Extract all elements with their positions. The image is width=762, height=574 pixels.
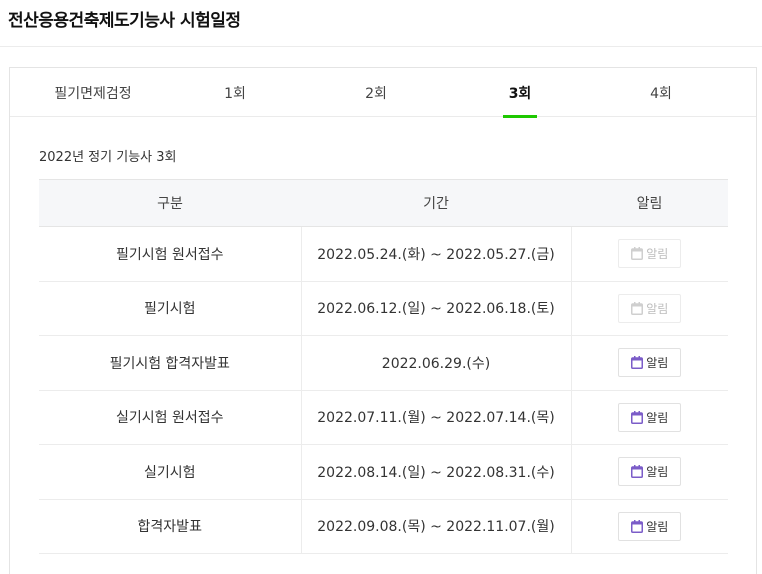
tab-active-underline: [503, 115, 537, 118]
calendar-icon: [631, 356, 644, 370]
row-category: 실기시험: [39, 444, 301, 500]
row-period: 2022.06.12.(일) ~ 2022.06.18.(토): [300, 281, 572, 336]
tab-round-2[interactable]: 2회: [294, 68, 458, 117]
page-title: 전산응용건축제도기능사 시험일정: [8, 11, 241, 31]
alarm-button-label: 알림: [646, 465, 669, 480]
tab-label: 2회: [365, 86, 387, 102]
row-period: 2022.07.11.(월) ~ 2022.07.14.(목): [300, 390, 572, 445]
row-category: 합격자발표: [39, 499, 301, 554]
tab-label: 1회: [224, 86, 246, 102]
tab-round-3[interactable]: 3회: [458, 68, 582, 118]
row-category: 실기시험 원서접수: [39, 390, 301, 445]
alarm-button[interactable]: 알림: [618, 511, 682, 541]
section-title: 2022년 정기 기능사 3회: [39, 150, 177, 165]
tab-round-1[interactable]: 1회: [176, 68, 294, 117]
row-period: 2022.08.14.(일) ~ 2022.08.31.(수): [300, 444, 572, 500]
calendar-icon: [631, 519, 644, 533]
tab-label: 필기면제검정: [54, 86, 132, 102]
row-category: 필기시험 원서접수: [39, 226, 301, 282]
table-row: 합격자발표 2022.09.08.(목) ~ 2022.11.07.(월) 알림: [39, 499, 728, 554]
alarm-button[interactable]: 알림: [618, 348, 682, 378]
row-alarm-cell: 알림: [571, 226, 728, 282]
tab-label: 3회: [508, 86, 532, 102]
schedule-card: 필기면제검정 1회 2회 3회 4회 2022년 정기 기능사 3회 구분 기간…: [9, 67, 757, 574]
calendar-icon: [631, 247, 644, 261]
tab-round-4[interactable]: 4회: [582, 68, 740, 117]
alarm-button-label: 알림: [646, 356, 669, 371]
table-row: 필기시험 합격자발표 2022.06.29.(수) 알림: [39, 335, 728, 391]
calendar-icon: [631, 301, 644, 315]
alarm-button-label: 알림: [646, 519, 669, 534]
alarm-button-label: 알림: [646, 247, 669, 262]
row-alarm-cell: 알림: [571, 335, 728, 391]
alarm-button[interactable]: 알림: [618, 293, 682, 323]
row-alarm-cell: 알림: [571, 390, 728, 445]
row-alarm-cell: 알림: [571, 281, 728, 336]
schedule-table: 구분 기간 알림 필기시험 원서접수 2022.05.24.(화) ~ 2022.…: [39, 179, 728, 554]
table-header-row: 구분 기간 알림: [39, 179, 728, 227]
row-category: 필기시험 합격자발표: [39, 335, 301, 391]
table-row: 필기시험 2022.06.12.(일) ~ 2022.06.18.(토) 알림: [39, 281, 728, 336]
row-period: 2022.09.08.(목) ~ 2022.11.07.(월): [300, 499, 572, 554]
row-period: 2022.06.29.(수): [300, 335, 572, 391]
round-tabs: 필기면제검정 1회 2회 3회 4회: [10, 68, 756, 118]
calendar-icon: [631, 465, 644, 479]
tab-written-exemption[interactable]: 필기면제검정: [10, 68, 176, 117]
alarm-button-label: 알림: [646, 301, 669, 316]
table-row: 필기시험 원서접수 2022.05.24.(화) ~ 2022.05.27.(금)…: [39, 226, 728, 282]
header-period: 기간: [301, 179, 571, 227]
alarm-button-label: 알림: [646, 410, 669, 425]
row-category: 필기시험: [39, 281, 301, 336]
table-row: 실기시험 원서접수 2022.07.11.(월) ~ 2022.07.14.(목)…: [39, 390, 728, 445]
row-alarm-cell: 알림: [571, 444, 728, 500]
row-alarm-cell: 알림: [571, 499, 728, 554]
row-period: 2022.05.24.(화) ~ 2022.05.27.(금): [300, 226, 572, 282]
calendar-icon: [631, 410, 644, 424]
alarm-button[interactable]: 알림: [618, 239, 682, 269]
table-row: 실기시험 2022.08.14.(일) ~ 2022.08.31.(수) 알림: [39, 444, 728, 500]
tab-label: 4회: [650, 86, 672, 102]
header-category: 구분: [39, 179, 301, 227]
alarm-button[interactable]: 알림: [618, 457, 682, 487]
header-alarm: 알림: [571, 179, 728, 227]
title-divider: [0, 46, 762, 47]
alarm-button[interactable]: 알림: [618, 402, 682, 432]
